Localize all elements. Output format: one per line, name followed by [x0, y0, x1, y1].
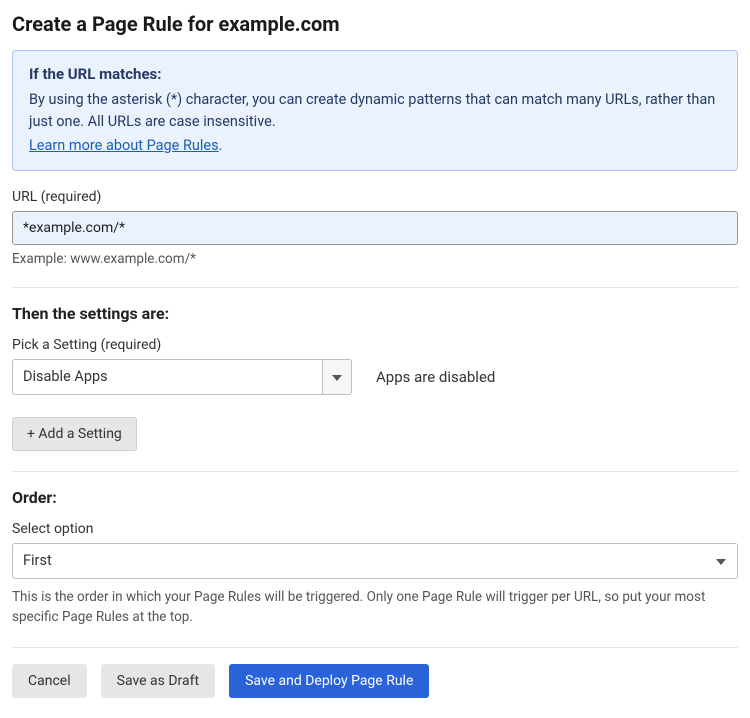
- settings-heading: Then the settings are:: [12, 304, 738, 323]
- setting-combobox[interactable]: Disable Apps: [12, 359, 352, 395]
- setting-description: Apps are disabled: [376, 368, 495, 386]
- divider: [12, 471, 738, 472]
- order-help-text: This is the order in which your Page Rul…: [12, 587, 738, 628]
- save-deploy-button[interactable]: Save and Deploy Page Rule: [229, 664, 429, 698]
- divider: [12, 647, 738, 648]
- info-box: If the URL matches: By using the asteris…: [12, 50, 738, 171]
- info-box-period: .: [219, 138, 223, 154]
- learn-more-link[interactable]: Learn more about Page Rules: [29, 137, 219, 154]
- setting-combobox-toggle[interactable]: [322, 359, 352, 395]
- url-input[interactable]: [12, 211, 738, 245]
- order-select[interactable]: First: [12, 543, 738, 579]
- url-example: Example: www.example.com/*: [12, 251, 738, 267]
- url-label: URL (required): [12, 189, 738, 205]
- add-setting-button[interactable]: + Add a Setting: [12, 417, 137, 451]
- pick-setting-label: Pick a Setting (required): [12, 337, 738, 353]
- save-draft-button[interactable]: Save as Draft: [101, 664, 215, 698]
- divider: [12, 287, 738, 288]
- cancel-button[interactable]: Cancel: [12, 664, 87, 698]
- setting-combobox-value[interactable]: Disable Apps: [12, 359, 322, 395]
- chevron-down-icon: [332, 369, 342, 385]
- info-box-body: By using the asterisk (*) character, you…: [29, 89, 721, 133]
- action-buttons: Cancel Save as Draft Save and Deploy Pag…: [12, 664, 738, 698]
- order-heading: Order:: [12, 488, 738, 507]
- order-label: Select option: [12, 521, 738, 537]
- info-box-heading: If the URL matches:: [29, 65, 721, 83]
- page-title: Create a Page Rule for example.com: [12, 12, 738, 36]
